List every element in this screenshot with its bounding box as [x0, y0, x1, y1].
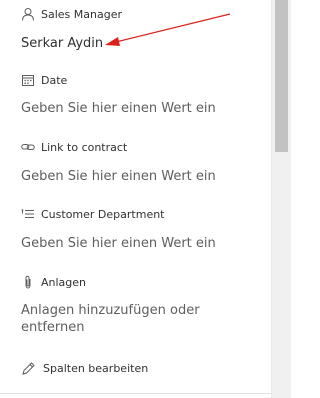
field-label-text: Anlagen	[41, 275, 87, 289]
divider	[0, 393, 271, 394]
field-label-customer-department: Customer Department	[21, 206, 165, 222]
field-label-date: Date	[21, 72, 67, 88]
edit-columns-button[interactable]: Spalten bearbeiten	[21, 360, 148, 376]
field-label-text: Customer Department	[41, 207, 165, 221]
person-icon	[21, 7, 35, 21]
scrollbar-thumb[interactable]	[275, 0, 288, 152]
field-value-date[interactable]: Geben Sie hier einen Wert ein	[21, 100, 236, 117]
field-label-sales-manager: Sales Manager	[21, 6, 122, 22]
field-label-text: Date	[41, 73, 68, 87]
edit-columns-label: Spalten bearbeiten	[43, 361, 149, 375]
pencil-icon	[21, 361, 36, 376]
field-label-text: Link to contract	[41, 140, 128, 154]
item-details-panel: Sales Manager Serkar Aydin Date Geben Si…	[0, 0, 271, 398]
vertical-scrollbar[interactable]	[271, 0, 291, 398]
field-value-customer-department[interactable]: Geben Sie hier einen Wert ein	[21, 235, 236, 252]
paperclip-icon	[21, 275, 35, 289]
field-label-text: Sales Manager	[41, 7, 122, 21]
field-value-sales-manager[interactable]: Serkar Aydin	[21, 35, 236, 52]
field-label-link-to-contract: Link to contract	[21, 139, 127, 155]
link-icon	[21, 140, 35, 154]
field-value-anlagen[interactable]: Anlagen hinzuzufügen oder entfernen	[21, 302, 236, 336]
field-label-anlagen: Anlagen	[21, 274, 86, 290]
calendar-icon	[21, 73, 35, 87]
field-value-link-to-contract[interactable]: Geben Sie hier einen Wert ein	[21, 168, 236, 185]
choice-icon	[21, 207, 35, 221]
